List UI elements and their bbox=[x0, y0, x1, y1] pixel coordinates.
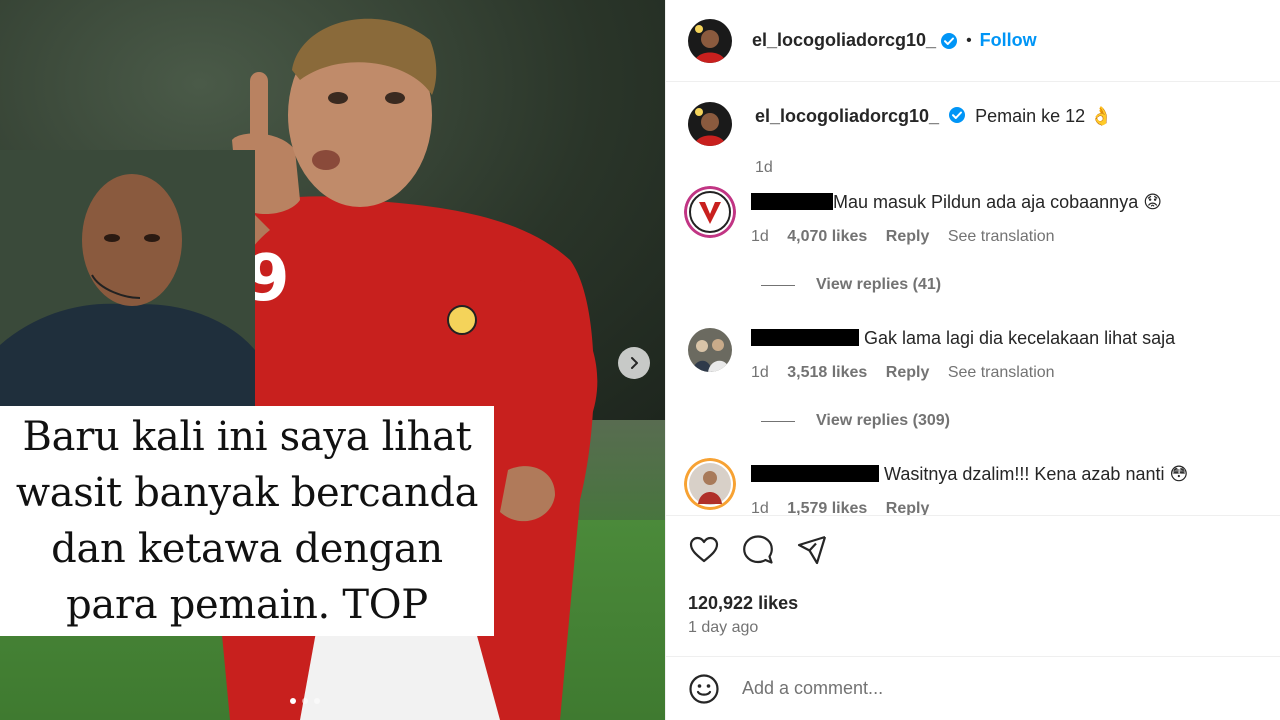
see-translation-link[interactable]: See translation bbox=[948, 228, 1055, 245]
carousel-dot bbox=[314, 698, 320, 704]
caption-avatar-image bbox=[688, 102, 732, 146]
post-header: el_locogoliadorcg10_ • Follow bbox=[666, 0, 1280, 82]
view-replies-button[interactable]: View replies (309) bbox=[761, 412, 950, 430]
reply-button[interactable]: Reply bbox=[886, 500, 930, 515]
carousel-dot bbox=[302, 698, 308, 704]
comment-meta: 1d 3,518 likes Reply See translation bbox=[751, 364, 1069, 382]
follow-button[interactable]: Follow bbox=[980, 30, 1037, 51]
comment-bubble-icon[interactable] bbox=[742, 534, 774, 566]
header-separator: • bbox=[966, 31, 972, 49]
post-overlay-caption-box: Baru kali ini saya lihat wasit banyak be… bbox=[0, 406, 494, 636]
caption-timestamp: 1d bbox=[755, 159, 773, 176]
paper-plane-icon[interactable] bbox=[796, 534, 828, 566]
redacted-username bbox=[751, 193, 833, 210]
comment-likes[interactable]: 1,579 likes bbox=[787, 500, 867, 515]
see-translation-link[interactable]: See translation bbox=[948, 364, 1055, 381]
comment-likes[interactable]: 3,518 likes bbox=[787, 364, 867, 381]
view-replies-button[interactable]: View replies (41) bbox=[761, 276, 941, 294]
post-details-panel: el_locogoliadorcg10_ • Follow el_locogol… bbox=[665, 0, 1280, 720]
caption-username[interactable]: el_locogoliadorcg10_ bbox=[755, 106, 939, 126]
reply-button[interactable]: Reply bbox=[886, 364, 930, 381]
action-icons-row bbox=[688, 534, 828, 566]
post-likes-count[interactable]: 120,922 likes bbox=[688, 593, 798, 614]
comments-list[interactable]: el_locogoliadorcg10_ Pemain ke 12 👌 1d M… bbox=[666, 82, 1280, 515]
next-media-button[interactable] bbox=[618, 347, 650, 379]
reply-button[interactable]: Reply bbox=[886, 228, 930, 245]
comment-likes[interactable]: 4,070 likes bbox=[787, 228, 867, 245]
commenter-avatar[interactable] bbox=[688, 328, 732, 372]
comment-body: Mau masuk Pildun ada aja cobaannya 😟 bbox=[751, 192, 1271, 213]
commenter-avatar[interactable] bbox=[684, 186, 736, 238]
comment-time: 1d bbox=[751, 500, 769, 515]
carousel-dot-active bbox=[290, 698, 296, 704]
commenter-avatar[interactable] bbox=[684, 458, 736, 510]
post-overlay-text: Baru kali ini saya lihat wasit banyak be… bbox=[15, 414, 479, 628]
comment-meta: 1d 4,070 likes Reply See translation bbox=[751, 228, 1069, 246]
add-comment-bar bbox=[666, 656, 1280, 720]
post-media[interactable]: 9 Baru kali ini saya lihat wasit banyak … bbox=[0, 0, 665, 720]
redacted-username bbox=[751, 329, 859, 346]
author-avatar[interactable] bbox=[688, 18, 732, 63]
caption-text: Pemain ke 12 👌 bbox=[975, 106, 1113, 126]
verified-badge-icon bbox=[940, 32, 958, 50]
commenter-avatar-image bbox=[684, 186, 736, 238]
view-replies-label: View replies (309) bbox=[816, 412, 950, 429]
post-timestamp: 1 day ago bbox=[688, 619, 759, 636]
replies-divider-line bbox=[761, 420, 795, 422]
comment-body: Wasitnya dzalim!!! Kena azab nanti 😳 bbox=[751, 464, 1271, 485]
post-caption: el_locogoliadorcg10_ Pemain ke 12 👌 1d bbox=[688, 102, 1113, 176]
chevron-right-icon bbox=[631, 357, 638, 369]
redacted-username bbox=[751, 465, 879, 482]
commenter-avatar-image bbox=[684, 458, 736, 510]
verified-badge-icon bbox=[948, 106, 966, 124]
add-comment-input[interactable] bbox=[742, 678, 1242, 699]
view-replies-label: View replies (41) bbox=[816, 276, 942, 293]
smiley-icon[interactable] bbox=[688, 673, 720, 705]
comment-text: Wasitnya dzalim!!! Kena azab nanti 😳 bbox=[879, 464, 1189, 484]
author-avatar-image bbox=[688, 18, 732, 63]
carousel-dots bbox=[290, 698, 320, 704]
comment-time: 1d bbox=[751, 228, 769, 245]
comment-body: Gak lama lagi dia kecelakaan lihat saja bbox=[751, 328, 1271, 349]
commenter-avatar-image bbox=[688, 328, 732, 372]
comment-text: Mau masuk Pildun ada aja cobaannya 😟 bbox=[833, 192, 1162, 212]
comment-meta: 1d 1,579 likes Reply bbox=[751, 500, 943, 515]
replies-divider-line bbox=[761, 284, 795, 286]
comment-text: Gak lama lagi dia kecelakaan lihat saja bbox=[859, 328, 1176, 348]
comment-time: 1d bbox=[751, 364, 769, 381]
post-actions: 120,922 likes 1 day ago bbox=[666, 515, 1280, 656]
caption-avatar[interactable] bbox=[688, 102, 732, 146]
heart-icon[interactable] bbox=[688, 534, 720, 566]
author-username[interactable]: el_locogoliadorcg10_ bbox=[752, 30, 936, 51]
caption-text-line: el_locogoliadorcg10_ Pemain ke 12 👌 bbox=[755, 106, 1113, 146]
